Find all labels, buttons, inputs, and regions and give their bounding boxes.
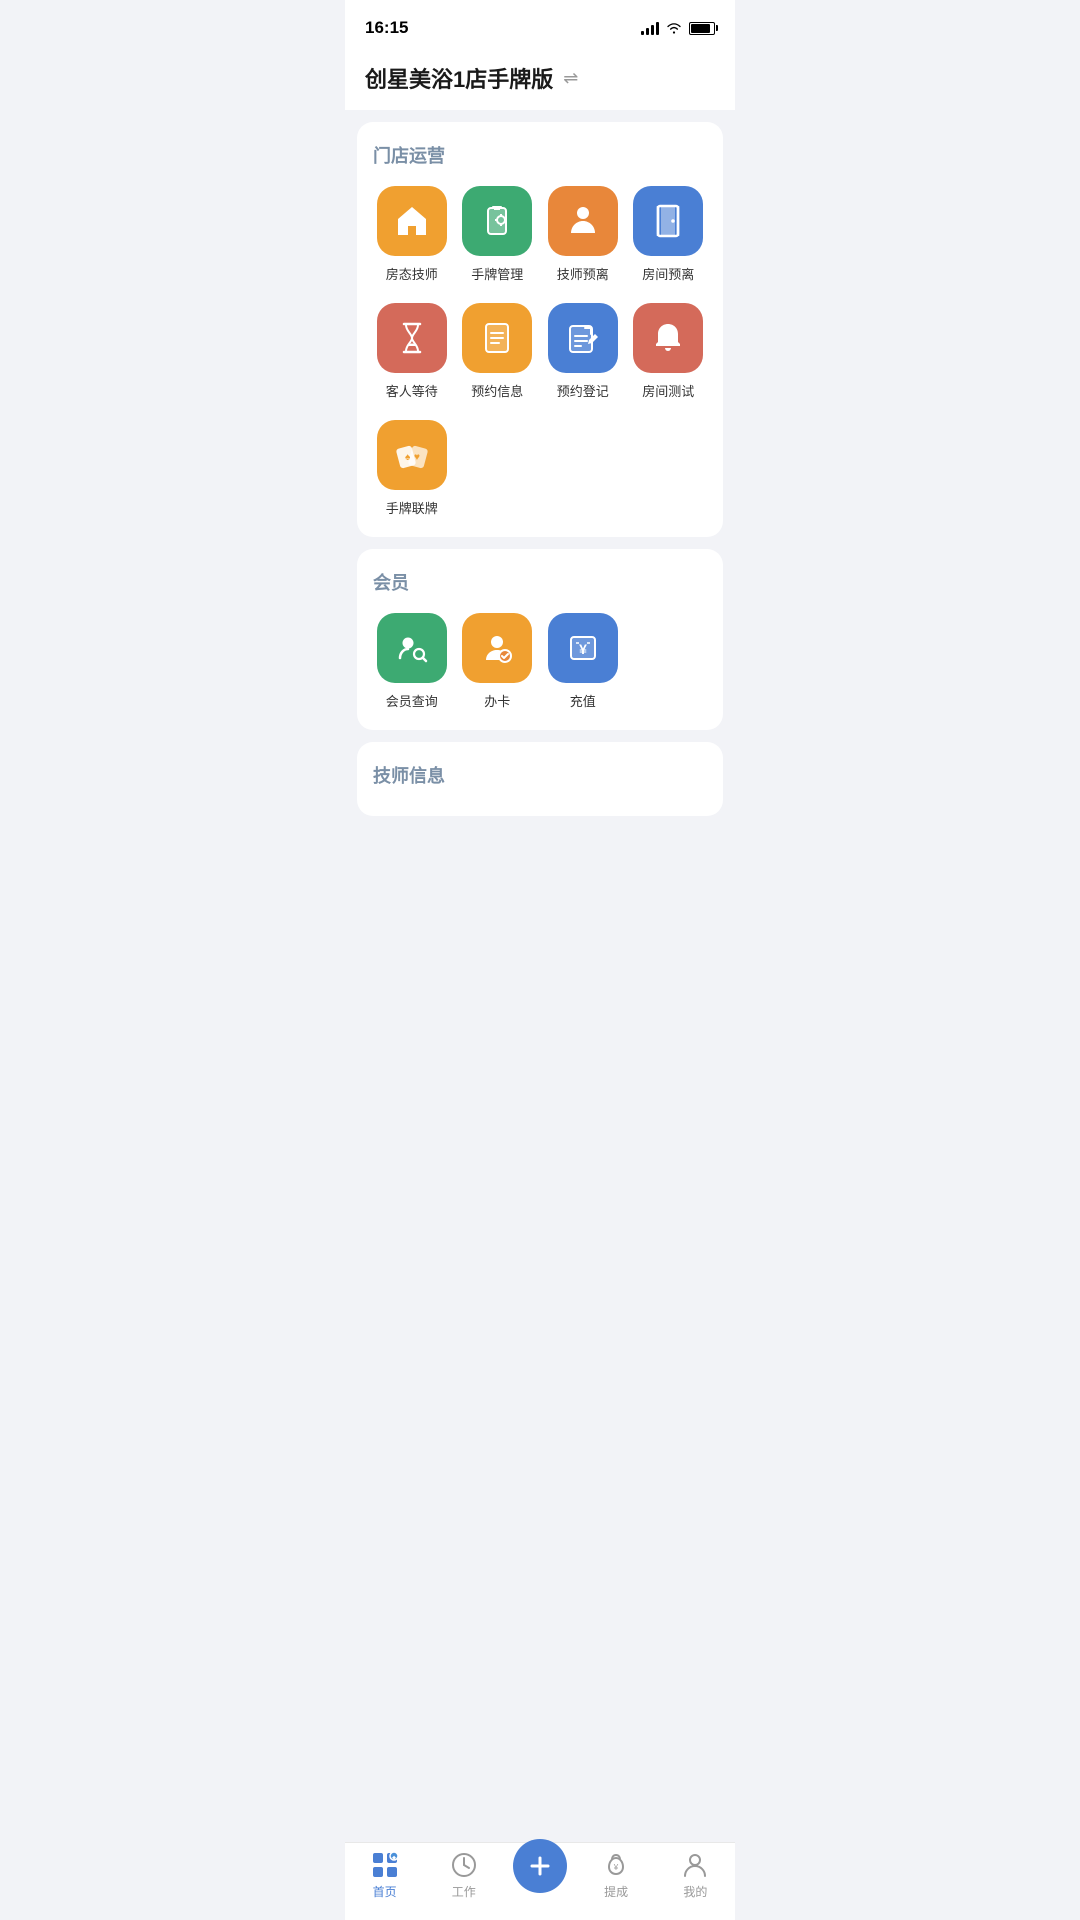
main-content: 门店运营 房态技师: [345, 110, 735, 896]
tech-reserve-label: 技师预离: [557, 264, 609, 283]
home-grid-icon: ◆: [371, 1851, 399, 1879]
svg-text:♥: ♥: [414, 452, 420, 463]
room-reserve-label: 房间预离: [642, 264, 694, 283]
clipboard-tag-icon: [479, 203, 515, 239]
appt-reg-icon-box: [548, 303, 618, 373]
svg-text:◆: ◆: [392, 1855, 396, 1861]
guest-wait-icon-box: [377, 303, 447, 373]
appt-info-label: 预约信息: [471, 381, 523, 400]
room-reserve-icon-box: [633, 186, 703, 256]
nav-commission-label: 提成: [604, 1883, 628, 1900]
list-icon: [479, 320, 515, 356]
person-icon: [565, 203, 601, 239]
status-icons: [641, 21, 715, 35]
room-test-icon-box: [633, 303, 703, 373]
house-icon: [394, 203, 430, 239]
tech-info-section: 技师信息: [357, 742, 723, 816]
room-test-label: 房间测试: [642, 381, 694, 400]
membership-grid: 会员查询 办卡: [373, 613, 707, 710]
status-time: 16:15: [365, 18, 408, 38]
room-tech-label: 房态技师: [386, 264, 438, 283]
member-query-label: 会员查询: [386, 691, 438, 710]
cards-icon: ♠ ♥: [394, 437, 430, 473]
bottom-nav: ◆ 首页 工作 ¥ 提成: [345, 1842, 735, 1920]
bell-icon: [650, 320, 686, 356]
nav-add-button[interactable]: [513, 1839, 567, 1893]
battery-icon: [689, 22, 715, 35]
nav-work[interactable]: 工作: [434, 1851, 494, 1900]
nav-mine-label: 我的: [683, 1883, 707, 1900]
recharge-label: 充值: [570, 691, 596, 710]
svg-text:¥: ¥: [613, 1863, 619, 1872]
store-ops-section: 门店运营 房态技师: [357, 122, 723, 537]
guest-wait-item[interactable]: 客人等待: [373, 303, 451, 400]
recharge-icon-box: ¥: [548, 613, 618, 683]
status-bar: 16:15: [345, 0, 735, 50]
hand-mgmt-label: 手牌管理: [471, 264, 523, 283]
nav-work-label: 工作: [452, 1883, 476, 1900]
plus-icon: [528, 1854, 552, 1878]
nav-mine[interactable]: 我的: [665, 1851, 725, 1900]
store-ops-grid: 房态技师 手牌管理: [373, 186, 707, 517]
guest-wait-label: 客人等待: [386, 381, 438, 400]
nav-work-icon: [450, 1851, 478, 1879]
room-tech-icon-box: [377, 186, 447, 256]
appt-info-icon-box: [462, 303, 532, 373]
header: 创星美浴1店手牌版 ⇌: [345, 50, 735, 110]
nav-commission[interactable]: ¥ 提成: [586, 1851, 646, 1900]
store-ops-title: 门店运营: [373, 142, 707, 168]
card-apply-item[interactable]: 办卡: [459, 613, 537, 710]
tech-reserve-item[interactable]: 技师预离: [544, 186, 622, 283]
nav-mine-icon: [681, 1851, 709, 1879]
money-bag-icon: ¥: [602, 1851, 630, 1879]
member-query-icon-box: [377, 613, 447, 683]
hand-combo-icon-box: ♠ ♥: [377, 420, 447, 490]
tech-info-title: 技师信息: [373, 762, 707, 788]
nav-home-icon: ◆: [371, 1851, 399, 1879]
member-search-icon: [394, 630, 430, 666]
clock-icon: [450, 1851, 478, 1879]
nav-home-label: 首页: [373, 1883, 397, 1900]
yen-icon: ¥: [565, 630, 601, 666]
nav-home[interactable]: ◆ 首页: [355, 1851, 415, 1900]
card-apply-icon-box: [462, 613, 532, 683]
card-apply-label: 办卡: [484, 691, 510, 710]
tech-reserve-icon-box: [548, 186, 618, 256]
membership-title: 会员: [373, 569, 707, 595]
appt-info-item[interactable]: 预约信息: [459, 303, 537, 400]
member-check-icon: [479, 630, 515, 666]
recharge-item[interactable]: ¥ 充值: [544, 613, 622, 710]
door-icon: [650, 203, 686, 239]
page-title: 创星美浴1店手牌版: [365, 62, 553, 94]
room-tech-item[interactable]: 房态技师: [373, 186, 451, 283]
hand-combo-item[interactable]: ♠ ♥ 手牌联牌: [373, 420, 451, 517]
membership-section: 会员 会员查询: [357, 549, 723, 730]
room-test-item[interactable]: 房间测试: [630, 303, 708, 400]
nav-commission-icon: ¥: [602, 1851, 630, 1879]
appt-reg-label: 预约登记: [557, 381, 609, 400]
hand-combo-label: 手牌联牌: [386, 498, 438, 517]
appt-reg-item[interactable]: 预约登记: [544, 303, 622, 400]
person-outline-icon: [681, 1851, 709, 1879]
svg-text:♠: ♠: [405, 452, 411, 463]
hand-mgmt-item[interactable]: 手牌管理: [459, 186, 537, 283]
edit-icon: [565, 320, 601, 356]
room-reserve-item[interactable]: 房间预离: [630, 186, 708, 283]
signal-icon: [641, 21, 659, 35]
switch-icon[interactable]: ⇌: [563, 68, 578, 89]
hourglass-icon: [394, 320, 430, 356]
svg-text:¥: ¥: [579, 641, 587, 657]
wifi-icon: [665, 21, 683, 35]
hand-mgmt-icon-box: [462, 186, 532, 256]
member-query-item[interactable]: 会员查询: [373, 613, 451, 710]
